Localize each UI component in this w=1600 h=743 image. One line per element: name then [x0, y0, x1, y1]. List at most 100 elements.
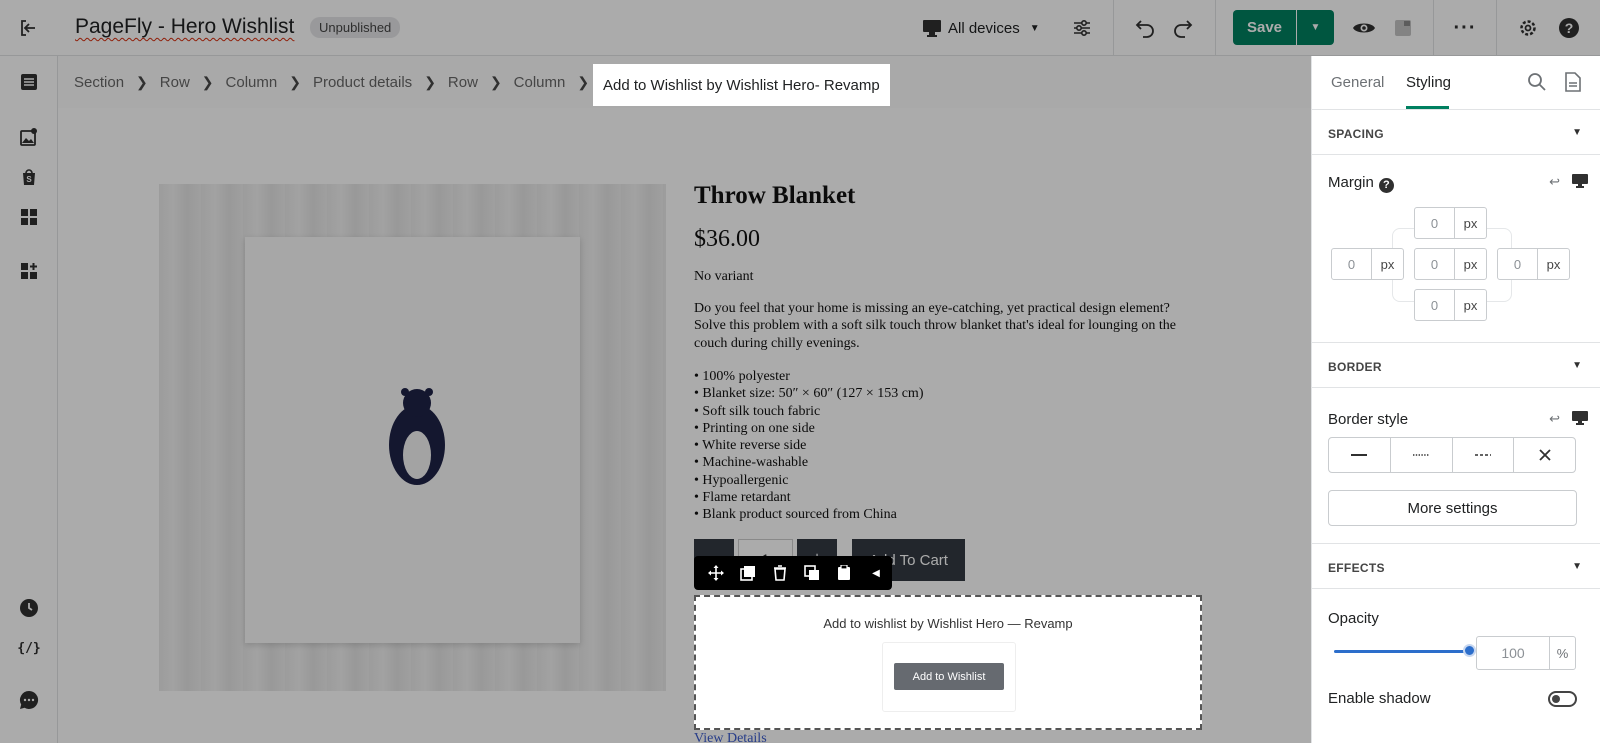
- breadcrumb-item[interactable]: Row: [160, 74, 190, 91]
- product-features-list[interactable]: • 100% polyester • Blanket size: 50″ × 6…: [694, 368, 923, 524]
- more-options-icon[interactable]: ···: [1451, 14, 1479, 42]
- left-sidebar: S {/}: [0, 56, 58, 743]
- chevron-right-icon: ❯: [577, 73, 590, 90]
- chevron-right-icon: ❯: [489, 73, 502, 90]
- publish-icon[interactable]: [1389, 14, 1417, 42]
- divider: [1312, 543, 1600, 544]
- breadcrumb-item[interactable]: Product details: [313, 74, 412, 91]
- opacity-slider-handle[interactable]: [1463, 644, 1476, 657]
- save-options-button[interactable]: ▼: [1297, 10, 1334, 45]
- opacity-input[interactable]: 100 %: [1476, 636, 1576, 670]
- undo-icon[interactable]: [1131, 14, 1159, 42]
- wishlist-button-container: Add to Wishlist: [882, 642, 1016, 712]
- link-values-icon[interactable]: ↩: [1549, 174, 1560, 191]
- breadcrumb-item[interactable]: Column: [514, 74, 566, 91]
- effects-section-header[interactable]: EFFECTS: [1328, 561, 1385, 575]
- breadcrumb-current[interactable]: Add to Wishlist by Wishlist Hero- Revamp: [593, 64, 890, 106]
- border-none-option[interactable]: [1514, 438, 1575, 472]
- wishlist-hero-element[interactable]: Add to wishlist by Wishlist Hero — Revam…: [694, 595, 1202, 730]
- delete-icon[interactable]: [764, 556, 796, 590]
- caret-down-icon[interactable]: ▼: [1572, 561, 1582, 572]
- device-label: All devices: [948, 19, 1020, 37]
- help-icon[interactable]: ?: [1555, 14, 1583, 42]
- border-style-label: Border style: [1328, 411, 1409, 428]
- caret-down-icon[interactable]: ▼: [1572, 127, 1582, 138]
- page-title[interactable]: PageFly - Hero Wishlist: [75, 15, 294, 39]
- toolbar-divider: [1496, 0, 1497, 56]
- chevron-right-icon: ❯: [136, 73, 148, 90]
- add-apps-icon[interactable]: [15, 257, 43, 285]
- redo-icon[interactable]: [1169, 14, 1197, 42]
- exit-editor-icon[interactable]: [14, 14, 42, 42]
- breadcrumb-item[interactable]: Section: [74, 74, 124, 91]
- toolbar-divider: [1215, 0, 1216, 56]
- border-dotted-option[interactable]: [1391, 438, 1453, 472]
- product-price[interactable]: $36.00: [694, 226, 760, 253]
- layers-list-icon[interactable]: [15, 68, 43, 96]
- caret-down-icon[interactable]: ▼: [1572, 360, 1582, 371]
- shopify-bag-icon[interactable]: S: [15, 163, 43, 191]
- image-gallery-icon[interactable]: [15, 123, 43, 151]
- svg-text:S: S: [26, 175, 32, 184]
- copy-style-icon[interactable]: [796, 556, 828, 590]
- spacing-section-header[interactable]: SPACING: [1328, 127, 1384, 141]
- product-image[interactable]: [159, 184, 666, 691]
- chevron-right-icon: ❯: [201, 73, 214, 90]
- divider: [1312, 154, 1600, 155]
- margin-right-input[interactable]: 0 px: [1497, 248, 1570, 280]
- chat-support-icon[interactable]: [15, 686, 43, 714]
- device-selector[interactable]: All devices ▼: [922, 16, 1040, 40]
- elements-grid-icon[interactable]: [15, 203, 43, 231]
- product-description[interactable]: Do you feel that your home is missing an…: [694, 300, 1204, 352]
- bear-illustration: [389, 388, 445, 485]
- document-icon[interactable]: [1565, 72, 1581, 97]
- gear-icon[interactable]: [1514, 14, 1542, 42]
- code-editor-icon[interactable]: {/}: [15, 634, 43, 662]
- product-title[interactable]: Throw Blanket: [694, 182, 855, 210]
- view-details-link[interactable]: View Details: [694, 731, 767, 743]
- border-actions: ↩: [1549, 411, 1588, 428]
- search-icon[interactable]: [1527, 72, 1547, 97]
- move-icon[interactable]: [700, 556, 732, 590]
- border-dashed-option[interactable]: [1453, 438, 1515, 472]
- preview-eye-icon[interactable]: [1350, 14, 1378, 42]
- desktop-icon: [923, 20, 941, 37]
- caret-down-icon: ▼: [1310, 22, 1321, 33]
- breadcrumb-item[interactable]: Column: [226, 74, 278, 91]
- chevron-down-icon: ▼: [1029, 22, 1040, 34]
- divider: [1312, 387, 1600, 388]
- margin-center-input[interactable]: 0 px: [1414, 248, 1487, 280]
- save-button[interactable]: Save: [1233, 10, 1296, 45]
- opacity-slider-track[interactable]: [1334, 650, 1468, 653]
- list-item: • Flame retardant: [694, 490, 791, 506]
- margin-top-input[interactable]: 0 px: [1414, 207, 1487, 239]
- margin-left-input[interactable]: 0 px: [1331, 248, 1404, 280]
- history-clock-icon[interactable]: [15, 594, 43, 622]
- chevron-right-icon: ❯: [289, 73, 301, 90]
- add-to-wishlist-button[interactable]: Add to Wishlist: [894, 663, 1004, 690]
- desktop-icon[interactable]: [1572, 411, 1588, 428]
- wishlist-widget-title: Add to wishlist by Wishlist Hero — Revam…: [823, 616, 1073, 631]
- margin-bottom-input[interactable]: 0 px: [1414, 289, 1487, 321]
- enable-shadow-label: Enable shadow: [1328, 690, 1431, 707]
- help-icon[interactable]: ?: [1378, 177, 1394, 193]
- more-settings-button[interactable]: More settings: [1328, 490, 1577, 526]
- settings-sliders-icon[interactable]: [1068, 14, 1096, 42]
- duplicate-icon[interactable]: [732, 556, 764, 590]
- list-item: • White reverse side: [694, 438, 807, 454]
- breadcrumb-item[interactable]: Row: [448, 74, 478, 91]
- enable-shadow-toggle[interactable]: [1548, 691, 1577, 707]
- border-section-header[interactable]: BORDER: [1328, 360, 1382, 374]
- paste-icon[interactable]: [828, 556, 860, 590]
- tab-styling[interactable]: Styling: [1406, 74, 1451, 91]
- tab-general[interactable]: General: [1331, 74, 1384, 91]
- desktop-icon[interactable]: [1572, 174, 1588, 191]
- top-bar: PageFly - Hero Wishlist Unpublished All …: [0, 0, 1600, 56]
- list-item: • Hypoallergenic: [694, 472, 789, 488]
- product-variant[interactable]: No variant: [694, 269, 753, 285]
- border-solid-option[interactable]: [1329, 438, 1391, 472]
- link-values-icon[interactable]: ↩: [1549, 411, 1560, 428]
- toolbar-divider: [1113, 0, 1114, 56]
- collapse-toolbar-icon[interactable]: ◀: [860, 556, 892, 590]
- list-item: • Printing on one side: [694, 420, 815, 436]
